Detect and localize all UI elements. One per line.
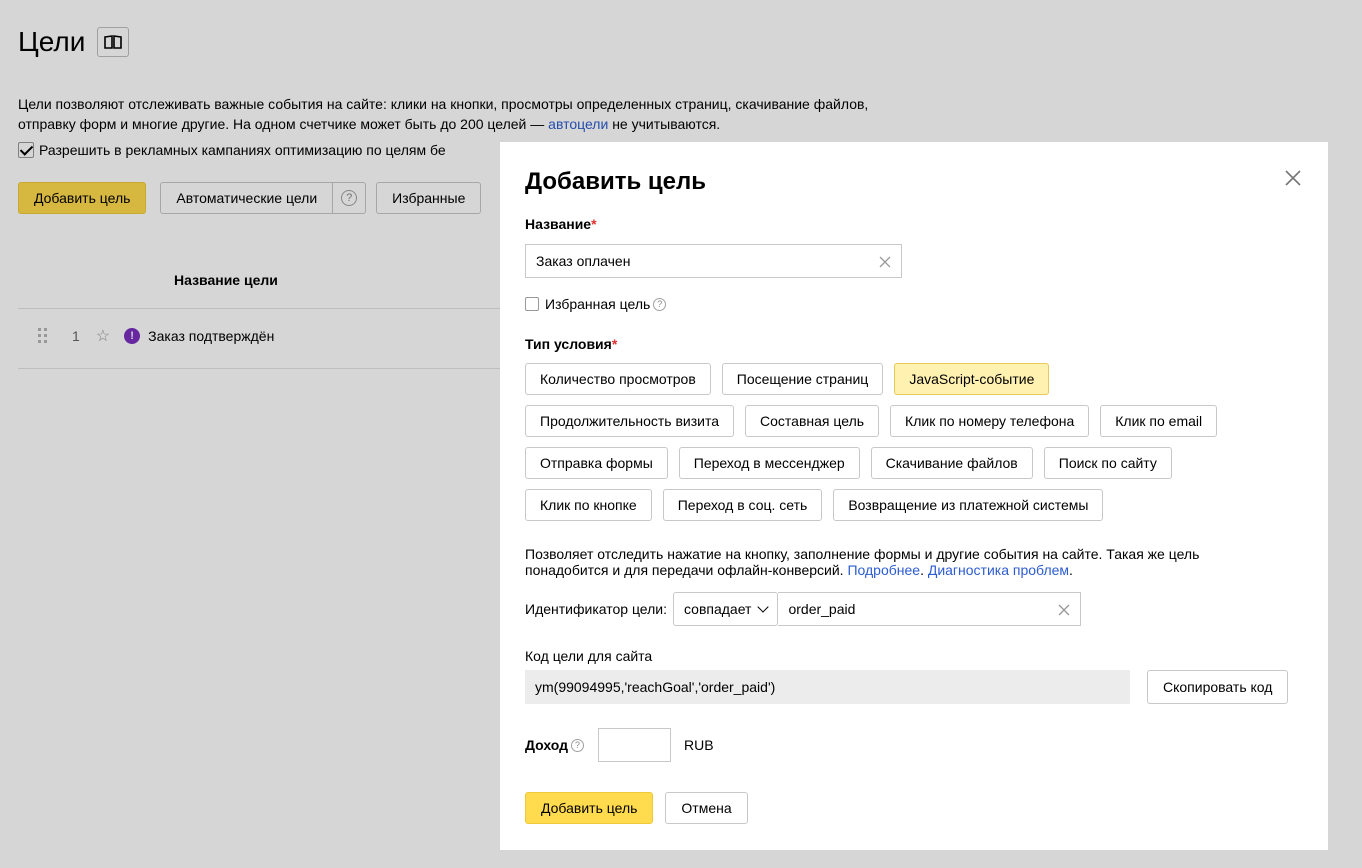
condition-type-button[interactable]: Клик по кнопке bbox=[525, 489, 652, 521]
condition-type-row: Количество просмотров Посещение страниц Ja… bbox=[525, 363, 1315, 395]
modal-title: Добавить цель bbox=[525, 168, 707, 195]
required-mark: * bbox=[611, 336, 618, 352]
name-label-text: Название bbox=[525, 216, 592, 232]
income-input[interactable] bbox=[598, 728, 672, 762]
required-mark: * bbox=[591, 216, 597, 232]
income-label: Доход bbox=[525, 737, 569, 753]
close-icon[interactable] bbox=[1281, 166, 1305, 190]
condition-type-button[interactable]: Количество просмотров bbox=[525, 363, 711, 395]
goal-id-label: Идентификатор цели: bbox=[525, 601, 668, 617]
favorite-goal-option[interactable]: Избранная цель ? bbox=[525, 296, 667, 312]
condition-type-button[interactable]: JavaScript-событие bbox=[894, 363, 1050, 395]
condition-type-button[interactable]: Продолжительность визита bbox=[525, 405, 735, 437]
modal-actions: Добавить цель Отмена bbox=[525, 792, 760, 824]
info-line-1: Позволяет отследить нажатие на кнопку, з… bbox=[525, 546, 1200, 562]
help-icon[interactable]: ? bbox=[571, 738, 585, 752]
currency-label: RUB bbox=[684, 737, 714, 753]
name-label: Название* bbox=[525, 216, 597, 232]
condition-type-row: Клик по кнопке Переход в соц. сеть Возвращ… bbox=[525, 489, 1315, 521]
clear-icon[interactable] bbox=[879, 256, 891, 268]
condition-type-button[interactable]: Переход в мессенджер bbox=[678, 447, 860, 479]
submit-goal-button[interactable]: Добавить цель bbox=[525, 792, 654, 824]
match-type-value: совпадает bbox=[684, 601, 752, 617]
site-code-field[interactable]: ym(99094995,'reachGoal','order_paid') bbox=[525, 670, 1130, 704]
condition-type-label: Тип условия* bbox=[525, 336, 617, 352]
match-type-select[interactable]: совпадает bbox=[673, 592, 779, 626]
goal-id-row: Идентификатор цели: совпадает order_paid bbox=[525, 592, 1082, 626]
condition-type-button[interactable]: Клик по email bbox=[1100, 405, 1218, 437]
condition-type-button[interactable]: Составная цель bbox=[745, 405, 880, 437]
condition-type-row: Продолжительность визита Составная цель Кл… bbox=[525, 405, 1315, 437]
condition-type-buttons: Количество просмотров Посещение страниц Ja… bbox=[525, 363, 1315, 531]
condition-type-button[interactable]: Поиск по сайту bbox=[1043, 447, 1172, 479]
site-code-label: Код цели для сайта bbox=[525, 648, 653, 664]
more-link[interactable]: Подробнее bbox=[847, 562, 920, 578]
add-goal-modal: Добавить цель Название* Заказ оплачен Из… bbox=[500, 142, 1328, 850]
condition-description: Позволяет отследить нажатие на кнопку, з… bbox=[525, 546, 1305, 578]
condition-type-button[interactable]: Клик по номеру телефона bbox=[890, 405, 1090, 437]
diagnostics-link[interactable]: Диагностика проблем bbox=[928, 562, 1069, 578]
cancel-button[interactable]: Отмена bbox=[665, 792, 748, 824]
clear-icon[interactable] bbox=[1058, 604, 1070, 616]
chevron-down-icon bbox=[757, 601, 770, 613]
help-icon[interactable]: ? bbox=[653, 297, 667, 311]
condition-type-button[interactable]: Скачивание файлов bbox=[870, 447, 1033, 479]
favorite-checkbox[interactable] bbox=[525, 297, 539, 311]
condition-type-button[interactable]: Переход в соц. сеть bbox=[662, 489, 823, 521]
condition-type-label-text: Тип условия bbox=[525, 336, 612, 352]
favorite-label: Избранная цель bbox=[545, 296, 651, 312]
goal-id-input[interactable]: order_paid bbox=[778, 592, 1082, 626]
condition-type-button[interactable]: Посещение страниц bbox=[721, 363, 884, 395]
site-code-value: ym(99094995,'reachGoal','order_paid') bbox=[535, 679, 776, 695]
condition-type-button[interactable]: Возвращение из платежной системы bbox=[833, 489, 1104, 521]
income-row: Доход ? RUB bbox=[525, 728, 714, 762]
info-line-2: понадобится и для передачи офлайн-конвер… bbox=[525, 562, 1073, 578]
info-text: понадобится и для передачи офлайн-конвер… bbox=[525, 562, 848, 578]
goal-name-input[interactable]: Заказ оплачен bbox=[525, 244, 902, 278]
condition-type-button[interactable]: Отправка формы bbox=[525, 447, 668, 479]
copy-code-button[interactable]: Скопировать код bbox=[1147, 670, 1289, 704]
goal-id-value: order_paid bbox=[788, 601, 856, 617]
goal-name-value: Заказ оплачен bbox=[536, 253, 631, 269]
condition-type-row: Отправка формы Переход в мессенджер Скачив… bbox=[525, 447, 1315, 479]
